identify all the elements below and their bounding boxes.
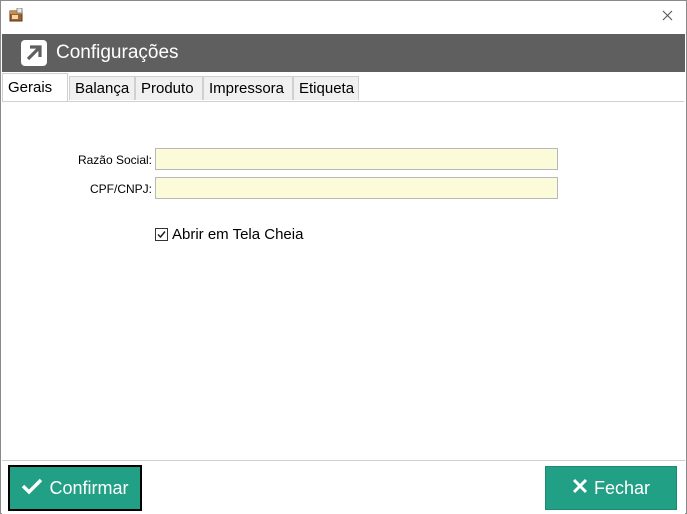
close-window-button[interactable] — [654, 7, 680, 27]
fullscreen-checkbox[interactable] — [155, 227, 168, 241]
tab-gerais[interactable]: Gerais — [2, 73, 68, 101]
tab-etiqueta[interactable]: Etiqueta — [293, 76, 359, 100]
razao-social-label: Razão Social: — [77, 153, 152, 167]
cpf-cnpj-input[interactable] — [155, 177, 558, 199]
arrow-up-left-logo-icon — [20, 39, 48, 67]
cpf-cnpj-label: CPF/CNPJ: — [89, 182, 152, 196]
close-button-label: Fechar — [593, 477, 651, 498]
confirm-button-label: Confirmar — [49, 477, 129, 498]
x-icon — [572, 478, 588, 499]
confirm-button[interactable]: Confirmar — [8, 465, 142, 511]
checkmark-icon — [157, 230, 166, 238]
title-bar[interactable] — [1, 1, 686, 33]
header-bar: Configurações — [2, 34, 685, 72]
settings-window: Configurações Gerais Balança Produto Imp… — [0, 0, 687, 514]
tab-balanca[interactable]: Balança — [69, 76, 135, 100]
tab-produto[interactable]: Produto — [135, 76, 203, 100]
tab-bar: Gerais Balança Produto Impressora Etique… — [1, 73, 686, 101]
check-icon — [21, 477, 43, 500]
razao-social-input[interactable] — [155, 148, 558, 170]
page-title: Configurações — [56, 42, 179, 63]
app-package-icon — [9, 7, 23, 22]
footer-bar: Confirmar Fechar — [2, 460, 685, 514]
close-icon — [662, 8, 673, 26]
fullscreen-checkbox-row[interactable]: Abrir em Tela Cheia — [155, 225, 303, 243]
fullscreen-label: Abrir em Tela Cheia — [172, 225, 304, 243]
close-button[interactable]: Fechar — [545, 466, 677, 510]
tab-impressora[interactable]: Impressora — [203, 76, 293, 100]
tab-panel-gerais: Razão Social: CPF/CNPJ: Abrir em Tela Ch… — [2, 101, 684, 460]
